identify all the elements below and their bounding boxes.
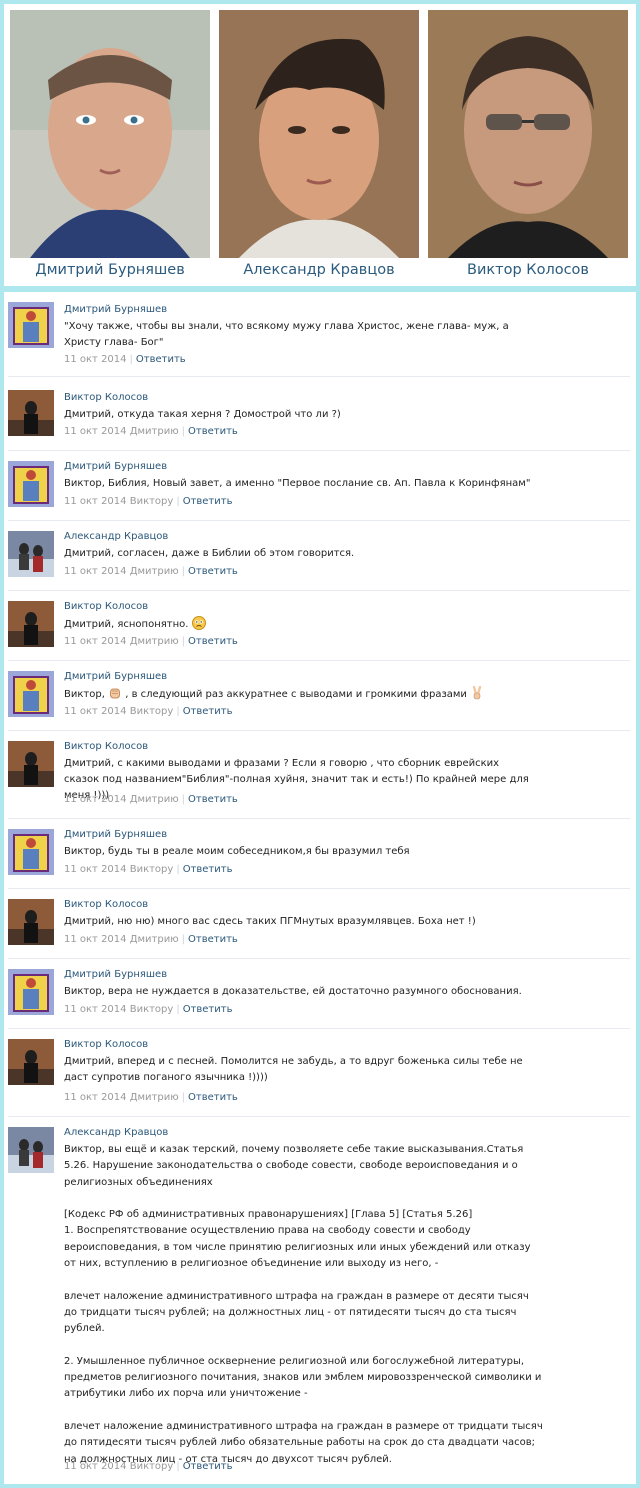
comment-meta: 11 окт 2014 Дмитрию | Ответить (64, 636, 238, 647)
comment-text: Дмитрий, согласен, даже в Библии об этом… (64, 548, 355, 559)
page-frame: Дмитрий Бурняшев Александр Кравцов Викто… (0, 0, 640, 1488)
avatar[interactable] (8, 531, 54, 577)
comment-reply-to: Виктору (129, 864, 174, 875)
comment-author[interactable]: Виктор Колосов (64, 601, 148, 612)
comment-text: "Хочу также, чтобы вы знали, что всякому… (64, 321, 512, 348)
comment-date: 11 окт 2014 (64, 1092, 127, 1103)
comment-reply-to: Дмитрию (129, 934, 179, 945)
comment-author[interactable]: Дмитрий Бурняшев (64, 461, 167, 472)
comment-author[interactable]: Виктор Колосов (64, 1039, 148, 1050)
avatar[interactable] (8, 390, 54, 436)
comment-author[interactable]: Виктор Колосов (64, 899, 148, 910)
reply-button[interactable]: Ответить (183, 864, 233, 875)
worried-emoji-icon (191, 616, 206, 630)
reply-button[interactable]: Ответить (183, 1461, 233, 1472)
comment-text: Виктор, будь ты в реале моим собеседнико… (64, 846, 410, 857)
reply-button[interactable]: Ответить (183, 1004, 233, 1015)
comment-meta: 11 окт 2014 Дмитрию | Ответить (64, 426, 238, 437)
reply-button[interactable]: Ответить (188, 566, 238, 577)
photo-name-viktor: Виктор Колосов (467, 262, 589, 278)
photo-name-dmitry: Дмитрий Бурняшев (35, 262, 185, 278)
avatar[interactable] (8, 899, 54, 945)
comment-text: Виктор, Библия, Новый завет, а именно "П… (64, 478, 531, 489)
reply-button[interactable]: Ответить (188, 934, 238, 945)
comment-date: 11 окт 2014 (64, 496, 127, 507)
reply-button[interactable]: Ответить (183, 496, 233, 507)
comment-date: 11 окт 2014 (64, 794, 127, 805)
photo-name-alexandr: Александр Кравцов (243, 262, 395, 278)
comment-date: 11 окт 2014 (64, 1004, 127, 1015)
avatar[interactable] (8, 1127, 54, 1173)
photo-header: Дмитрий Бурняшев Александр Кравцов Викто… (4, 4, 636, 286)
comment-author[interactable]: Александр Кравцов (64, 531, 168, 542)
comment-date: 11 окт 2014 (64, 354, 127, 365)
comment-author[interactable]: Александр Кравцов (64, 1127, 168, 1138)
comment-reply-to: Дмитрию (129, 566, 179, 577)
avatar[interactable] (8, 829, 54, 875)
reply-button[interactable]: Ответить (188, 1092, 238, 1103)
comment-date: 11 окт 2014 (64, 636, 127, 647)
comment-meta: 11 окт 2014 | Ответить (64, 354, 186, 365)
comment-meta: 11 окт 2014 Виктору | Ответить (64, 1461, 233, 1472)
comment-date: 11 окт 2014 (64, 566, 127, 577)
comment-author[interactable]: Виктор Колосов (64, 741, 148, 752)
avatar[interactable] (8, 302, 54, 348)
comment-author[interactable]: Дмитрий Бурняшев (64, 304, 167, 315)
reply-button[interactable]: Ответить (188, 794, 238, 805)
comment-text: Дмитрий, откуда такая херня ? Домострой … (64, 409, 341, 420)
reply-button[interactable]: Ответить (136, 354, 186, 365)
avatar[interactable] (8, 1039, 54, 1085)
avatar[interactable] (8, 671, 54, 717)
comment-meta: 11 окт 2014 Дмитрию | Ответить (64, 794, 238, 805)
avatar[interactable] (8, 601, 54, 647)
victory-hand-icon (472, 686, 482, 700)
photo-viktor (428, 10, 628, 258)
comment-text: Дмитрий, яснопонятно. (64, 616, 534, 633)
comment-meta: 11 окт 2014 Виктору | Ответить (64, 1004, 233, 1015)
comment-author[interactable]: Дмитрий Бурняшев (64, 969, 167, 980)
photo-alexandr (219, 10, 419, 258)
reply-button[interactable]: Ответить (188, 426, 238, 437)
comment-reply-to: Дмитрию (129, 1092, 179, 1103)
comment-meta: 11 окт 2014 Дмитрию | Ответить (64, 566, 238, 577)
comment-reply-to: Дмитрию (129, 426, 179, 437)
comments-list: Дмитрий Бурняшев "Хочу также, чтобы вы з… (4, 292, 636, 1484)
comment-meta: 11 окт 2014 Виктору | Ответить (64, 496, 233, 507)
comment-reply-to: Виктору (129, 706, 174, 717)
comment-text: Виктор, вы ещё и казак терский, почему п… (64, 1144, 543, 1465)
comment-text: Виктор, , в следующий раз аккуратнее с в… (64, 686, 584, 703)
photo-dmitry (10, 10, 210, 258)
comment-text: Виктор, вера не нуждается в доказательст… (64, 986, 522, 997)
avatar[interactable] (8, 969, 54, 1015)
comment-reply-to: Виктору (129, 1004, 174, 1015)
comment-date: 11 окт 2014 (64, 864, 127, 875)
comment-meta: 11 окт 2014 Виктору | Ответить (64, 864, 233, 875)
comment-author[interactable]: Виктор Колосов (64, 392, 148, 403)
comment-reply-to: Виктору (129, 1461, 174, 1472)
reply-button[interactable]: Ответить (188, 636, 238, 647)
comment-reply-to: Виктору (129, 496, 174, 507)
avatar[interactable] (8, 741, 54, 787)
comment-text: Дмитрий, ню ню) много вас сдесь таких ПГ… (64, 916, 476, 927)
comment-author[interactable]: Дмитрий Бурняшев (64, 671, 167, 682)
comment-date: 11 окт 2014 (64, 426, 127, 437)
avatar[interactable] (8, 461, 54, 507)
comment-date: 11 окт 2014 (64, 706, 127, 717)
comment-reply-to: Дмитрию (129, 636, 179, 647)
comment-author[interactable]: Дмитрий Бурняшев (64, 829, 167, 840)
comment-text: Дмитрий, вперед и с песней. Помолится не… (64, 1056, 526, 1083)
comment-meta: 11 окт 2014 Дмитрию | Ответить (64, 1092, 238, 1103)
comment-meta: 11 окт 2014 Виктору | Ответить (64, 706, 233, 717)
reply-button[interactable]: Ответить (183, 706, 233, 717)
fist-emoji-icon (110, 688, 121, 699)
comment-meta: 11 окт 2014 Дмитрию | Ответить (64, 934, 238, 945)
comment-reply-to: Дмитрию (129, 794, 179, 805)
comment-date: 11 окт 2014 (64, 1461, 127, 1472)
comment-date: 11 окт 2014 (64, 934, 127, 945)
